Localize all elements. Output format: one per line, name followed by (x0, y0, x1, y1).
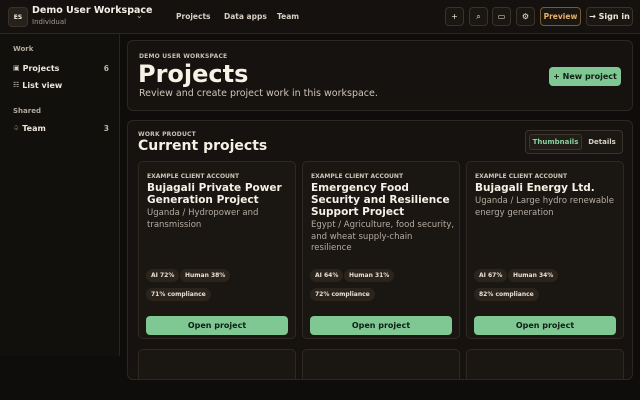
card-eyebrow: EXAMPLE CLIENT ACCOUNT (475, 173, 568, 180)
new-project-button[interactable]: + New project (549, 67, 621, 86)
workspace-name[interactable]: Demo User Workspace (32, 5, 152, 16)
card-eyebrow: EXAMPLE CLIENT ACCOUNT (311, 173, 404, 180)
panel-icon[interactable]: ▭ (492, 7, 511, 26)
card-title: Bujagali Private Power Generation Projec… (147, 182, 282, 206)
chevron-down-icon[interactable]: ⌄ (136, 11, 143, 20)
project-card-partial[interactable] (466, 349, 624, 379)
ai-badge: AI 67% (474, 269, 508, 282)
preview-button[interactable]: Preview (540, 7, 581, 26)
card-eyebrow: EXAMPLE CLIENT ACCOUNT (147, 173, 240, 180)
ai-badge: AI 64% (310, 269, 344, 282)
project-card[interactable]: EXAMPLE CLIENT ACCOUNT Bujagali Energy L… (466, 161, 624, 339)
team-icon: ♤ (13, 124, 20, 132)
project-card-partial[interactable] (302, 349, 460, 379)
current-projects-panel: WORK PRODUCT Current projects Thumbnails… (127, 120, 633, 380)
sidebar-item-team[interactable]: ♤ Team 3 (13, 122, 109, 134)
card-title: Emergency Food Security and Resilience S… (311, 182, 450, 218)
workspace-subtitle: Individual (32, 18, 67, 26)
header-eyebrow: DEMO USER WORKSPACE (139, 53, 228, 60)
ai-badge: AI 72% (146, 269, 180, 282)
sidebar-item-list-view[interactable]: ☷ List view (13, 79, 109, 91)
card-description: Egypt / Agriculture, food security, and … (311, 220, 455, 253)
settings-icon[interactable]: ⚙ (516, 7, 535, 26)
sidebar-item-label: List view (22, 80, 63, 90)
human-badge: Human 38% (180, 269, 231, 282)
sidebar-item-projects[interactable]: ▣ Projects 6 (13, 62, 109, 74)
nav-data-apps[interactable]: Data apps (224, 12, 267, 21)
sign-in-button[interactable]: → Sign in (586, 7, 633, 26)
sidebar-item-count: 3 (103, 123, 109, 133)
card-description: Uganda / Large hydro renewable energy ge… (475, 196, 615, 218)
sidebar-item-label: Projects (22, 63, 60, 73)
view-details-button[interactable]: Details (584, 134, 620, 150)
project-card-partial[interactable] (138, 349, 296, 379)
sidebar-item-count: 6 (103, 63, 109, 73)
page-title: Projects (138, 60, 249, 88)
open-project-button[interactable]: Open project (474, 316, 616, 335)
search-icon[interactable]: ⌕ (469, 7, 488, 26)
workspace-logo[interactable]: ES (8, 7, 28, 27)
view-thumbnails-button[interactable]: Thumbnails (529, 134, 582, 150)
view-toggle: Thumbnails Details (525, 130, 623, 154)
nav-projects[interactable]: Projects (176, 12, 211, 21)
nav-team[interactable]: Team (277, 12, 299, 21)
compliance-badge: 82% compliance (474, 288, 539, 301)
project-card[interactable]: EXAMPLE CLIENT ACCOUNT Bujagali Private … (138, 161, 296, 339)
projects-header: DEMO USER WORKSPACE Projects Review and … (127, 40, 633, 111)
section-title: Current projects (138, 138, 268, 154)
compliance-badge: 71% compliance (146, 288, 211, 301)
human-badge: Human 34% (508, 269, 559, 282)
project-card[interactable]: EXAMPLE CLIENT ACCOUNT Emergency Food Se… (302, 161, 460, 339)
card-description: Uganda / Hydropower and transmission (147, 208, 259, 230)
page-description: Review and create project work in this w… (139, 88, 378, 99)
top-bar: ES Demo User Workspace Individual ⌄ Proj… (0, 0, 640, 34)
sidebar-section-shared: Shared (13, 107, 41, 115)
sidebar-item-label: Team (22, 123, 46, 133)
human-badge: Human 31% (344, 269, 395, 282)
card-title: Bujagali Energy Ltd. (475, 182, 595, 194)
open-project-button[interactable]: Open project (310, 316, 452, 335)
sidebar: Work ▣ Projects 6 ☷ List view Shared ♤ T… (0, 34, 120, 356)
compliance-badge: 72% compliance (310, 288, 375, 301)
sidebar-section-work: Work (13, 45, 34, 53)
list-icon: ☷ (13, 81, 20, 89)
open-project-button[interactable]: Open project (146, 316, 288, 335)
grid-icon: ▣ (13, 64, 20, 72)
section-eyebrow: WORK PRODUCT (138, 131, 196, 138)
add-icon[interactable]: + (445, 7, 464, 26)
